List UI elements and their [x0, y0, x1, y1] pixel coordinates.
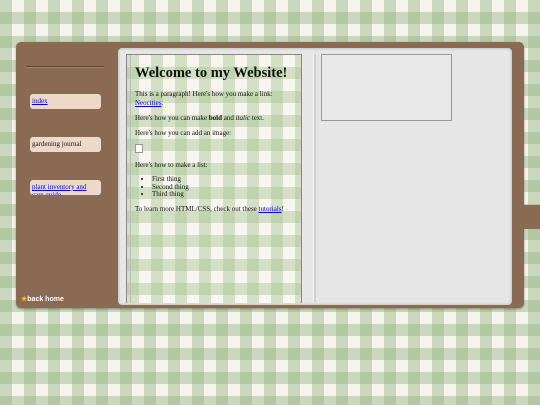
- sidebar-item-plant-inventory[interactable]: plant inventory and care guide: [30, 180, 101, 195]
- sidebar-divider: [26, 66, 104, 67]
- list-item: Third thing: [152, 190, 301, 199]
- paragraph-formatting: Here's how you can make bold and italic …: [135, 114, 264, 122]
- bold-text: bold: [208, 114, 222, 122]
- tutorials-link[interactable]: tutorials: [259, 205, 282, 213]
- sidebar-item-gardening-journal-label: gardening journal: [32, 140, 82, 148]
- broken-image-icon: [135, 144, 143, 153]
- frame-splitter[interactable]: [313, 54, 316, 302]
- sidebar-item-index[interactable]: index: [30, 94, 101, 109]
- back-home-label: back home: [27, 296, 64, 303]
- sidebar-item-index-link[interactable]: index: [32, 97, 48, 105]
- paragraph-link: This is a paragraph! Here's how you make…: [135, 90, 273, 107]
- sidebar-item-gardening-journal[interactable]: gardening journal: [30, 137, 101, 152]
- side-tab[interactable]: [521, 205, 540, 229]
- paragraph-list: Here's how to make a list:: [135, 161, 208, 169]
- page-title: Welcome to my Website!: [135, 65, 288, 81]
- neocities-link[interactable]: Neocities: [135, 99, 161, 107]
- embedded-page-body: Welcome to my Website! This is a paragra…: [130, 55, 301, 303]
- italic-text: italic: [235, 114, 250, 122]
- embedded-page-frame[interactable]: Welcome to my Website! This is a paragra…: [126, 54, 302, 303]
- sidebar-item-plant-inventory-link[interactable]: plant inventory and care guide: [32, 183, 86, 195]
- back-home-link[interactable]: ★back home: [21, 295, 64, 303]
- sample-list: First thing Second thing Third thing: [135, 175, 301, 199]
- paragraph-image: Here's how you can add an image:: [135, 129, 232, 137]
- paragraph-tutorials: To learn more HTML/CSS, check out these …: [135, 204, 284, 213]
- secondary-frame[interactable]: [321, 54, 452, 121]
